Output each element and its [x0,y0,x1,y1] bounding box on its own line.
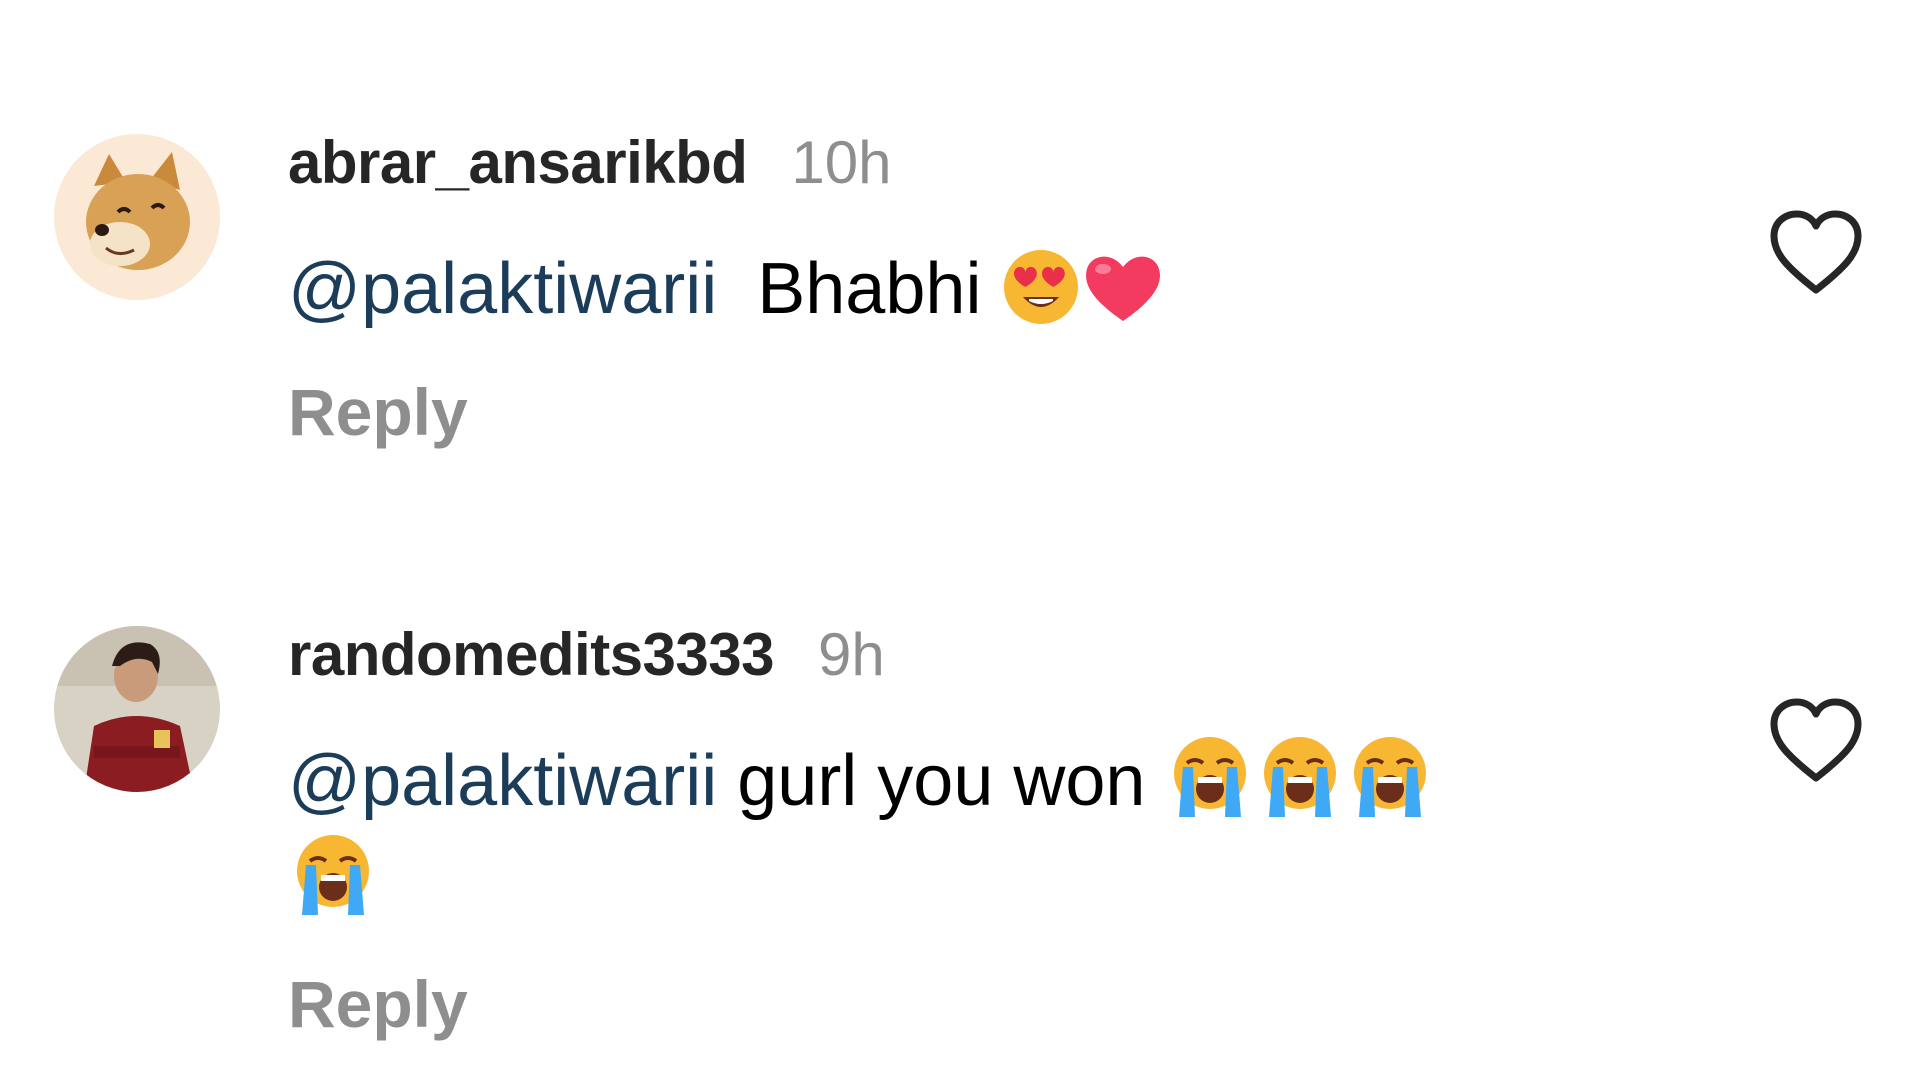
heart-outline-icon [1770,210,1862,294]
username[interactable]: randomedits3333 [288,620,775,689]
mention-link[interactable]: @palaktiwarii [288,741,717,821]
username[interactable]: abrar_ansarikbd [288,128,748,197]
mention-link[interactable]: @palaktiwarii [288,249,717,329]
timestamp: 10h [791,128,892,196]
comment-item: randomedits3333 9h @palaktiwarii gurl yo… [0,614,1920,1054]
timestamp: 9h [818,620,885,688]
reply-button[interactable]: Reply [288,374,468,450]
avatar[interactable] [54,626,220,792]
comment-header: randomedits3333 9h [288,614,885,694]
comment-body: Bhabhi [717,249,1002,329]
doge-avatar-image [54,134,220,300]
comment-text: @palaktiwarii gurl you won [288,732,1688,928]
loudly-crying-emoji-icon [1255,733,1345,819]
loudly-crying-emoji-icon [1165,733,1255,819]
loudly-crying-emoji-icon [1345,733,1435,819]
loudly-crying-emoji-icon [288,831,378,917]
person-avatar-image [54,626,220,792]
comment-header: abrar_ansarikbd 10h [288,122,892,202]
comment-body: gurl you won [717,741,1166,821]
avatar[interactable] [54,134,220,300]
like-button[interactable] [1768,208,1864,298]
heart-outline-icon [1770,698,1862,782]
comment-item: abrar_ansarikbd 10h @palaktiwarii Bhabhi… [0,122,1920,482]
red-heart-emoji-icon [1081,247,1165,327]
comment-text: @palaktiwarii Bhabhi [288,240,1688,338]
heart-eyes-emoji-icon [1001,247,1081,327]
like-button[interactable] [1768,696,1864,786]
reply-button[interactable]: Reply [288,966,468,1042]
